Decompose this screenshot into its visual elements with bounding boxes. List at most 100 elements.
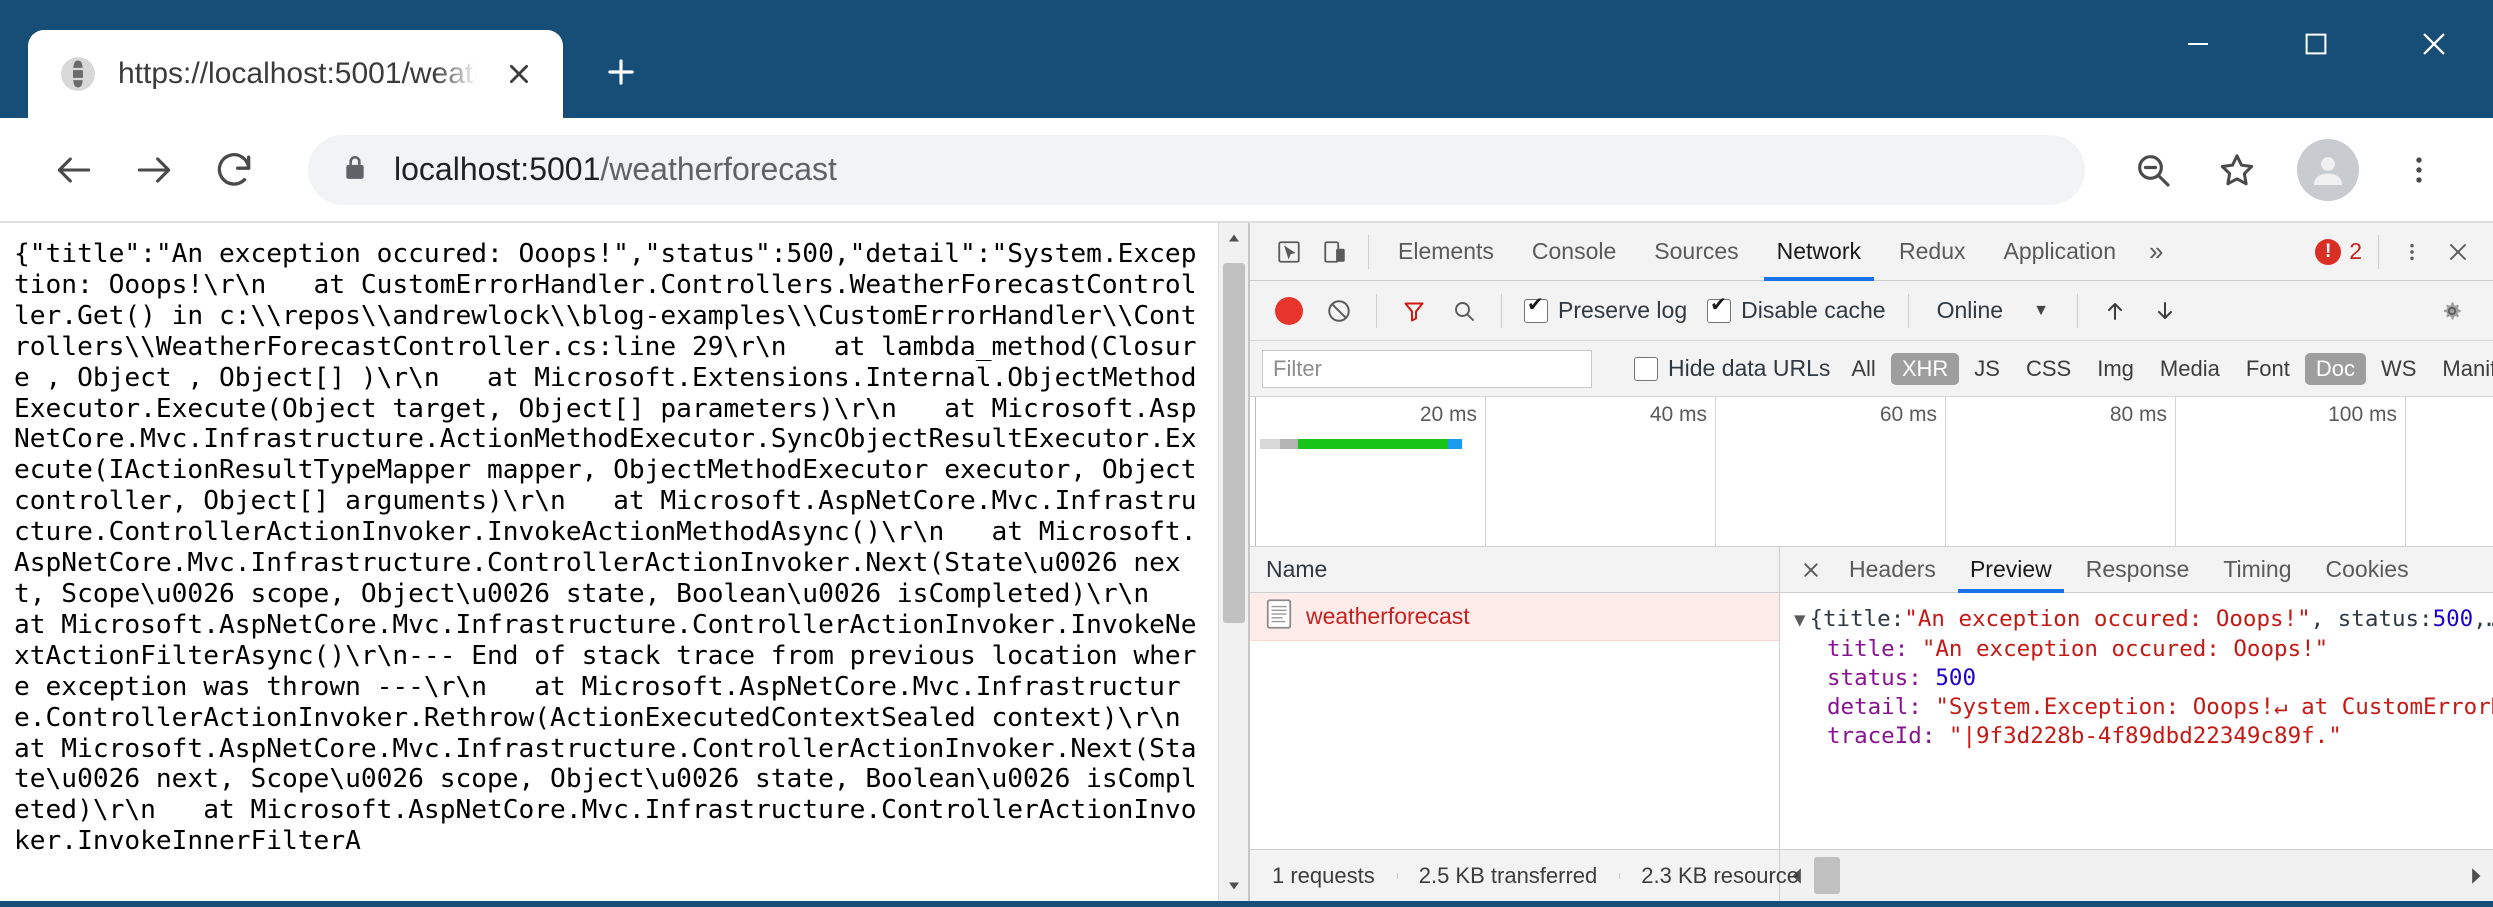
back-button[interactable] <box>34 130 114 210</box>
import-har-icon[interactable] <box>2092 288 2138 334</box>
reload-button[interactable] <box>194 130 274 210</box>
detail-close-icon[interactable] <box>1790 549 1832 591</box>
filter-type-media[interactable]: Media <box>2149 353 2231 385</box>
tab-close-icon[interactable] <box>497 52 541 96</box>
hscrollbar-thumb[interactable] <box>1814 857 1840 894</box>
record-dot <box>1275 297 1303 325</box>
json-tree-row-title[interactable]: title: "An exception occured: Ooops!" <box>1794 635 2493 664</box>
devtools-close-icon[interactable] <box>2435 229 2481 275</box>
window-controls <box>2139 0 2493 88</box>
star-icon[interactable] <box>2199 132 2275 208</box>
preserve-log-checkbox[interactable]: Preserve log <box>1516 297 1695 324</box>
json-tree-row-status[interactable]: status: 500 <box>1794 664 2493 693</box>
filter-type-js[interactable]: JS <box>1963 353 2011 385</box>
tab-label: Console <box>1532 238 1616 265</box>
scrollbar-track[interactable] <box>1219 253 1249 871</box>
tab-label: Elements <box>1398 238 1494 265</box>
tab-response[interactable]: Response <box>2069 547 2207 593</box>
tab-label: Headers <box>1849 556 1936 583</box>
tab-timing[interactable]: Timing <box>2206 547 2308 593</box>
network-filter-bar: Filter Hide data URLs All XHR JS CSS Img… <box>1250 341 2493 397</box>
tab-headers[interactable]: Headers <box>1832 547 1953 593</box>
export-har-icon[interactable] <box>2142 288 2188 334</box>
hscrollbar-track[interactable] <box>1814 850 2459 901</box>
filter-type-doc[interactable]: Doc <box>2305 353 2366 385</box>
funnel-filter-icon[interactable] <box>1391 288 1437 334</box>
toolbar-right-group <box>2115 132 2457 208</box>
filter-type-css[interactable]: CSS <box>2015 353 2082 385</box>
record-stop-icon[interactable] <box>1266 288 1312 334</box>
window-close-icon[interactable] <box>2375 0 2493 88</box>
error-count-badge[interactable]: ! 2 <box>2315 238 2368 265</box>
tab-redux[interactable]: Redux <box>1880 223 1984 281</box>
disable-cache-label: Disable cache <box>1741 297 1885 324</box>
user-avatar-icon[interactable] <box>2297 139 2359 201</box>
detail-horizontal-scrollbar[interactable] <box>1780 850 2493 901</box>
tab-label: Cookies <box>2326 556 2409 583</box>
minimize-icon[interactable] <box>2139 0 2257 88</box>
new-tab-button[interactable] <box>585 36 657 108</box>
hide-data-urls-checkbox[interactable]: Hide data URLs <box>1626 355 1838 382</box>
tab-cookies[interactable]: Cookies <box>2309 547 2426 593</box>
error-count-label: 2 <box>2349 238 2362 265</box>
timeline-cell: 40 ms <box>1486 397 1716 546</box>
gear-icon[interactable] <box>2429 288 2475 334</box>
search-icon[interactable] <box>1441 288 1487 334</box>
json-value: "System.Exception: Ooops!↵ at CustomErro… <box>1935 693 2493 722</box>
clear-log-icon[interactable] <box>1316 288 1362 334</box>
filter-input[interactable]: Filter <box>1262 350 1592 388</box>
browser-window: https://localhost:5001/weatherfor <box>0 0 2493 907</box>
tab-application[interactable]: Application <box>1984 223 2135 281</box>
timeline-segment-blocked <box>1260 439 1280 449</box>
inspect-element-icon[interactable] <box>1266 229 1312 275</box>
zoom-out-icon[interactable] <box>2115 132 2191 208</box>
tab-sources[interactable]: Sources <box>1635 223 1757 281</box>
document-icon <box>1266 599 1292 635</box>
chevron-down-icon[interactable]: ▼ <box>1794 606 1805 635</box>
scrollbar-thumb[interactable] <box>1223 263 1245 623</box>
disable-cache-checkbox[interactable]: Disable cache <box>1699 297 1893 324</box>
device-toolbar-icon[interactable] <box>1312 229 1358 275</box>
json-tree-row-detail[interactable]: detail: "System.Exception: Ooops!↵ at Cu… <box>1794 693 2493 722</box>
page-viewport: {"title":"An exception occured: Ooops!",… <box>0 223 1250 901</box>
address-bar[interactable]: localhost:5001/weatherforecast <box>308 135 2085 205</box>
filter-type-font[interactable]: Font <box>2235 353 2301 385</box>
request-column-header[interactable]: Name <box>1250 547 1779 593</box>
filter-type-manifest[interactable]: Manifest <box>2431 353 2493 385</box>
devtools-menu-icon[interactable] <box>2389 229 2435 275</box>
table-row[interactable]: weatherforecast <box>1250 593 1779 641</box>
checkbox-box <box>1707 299 1731 323</box>
tab-network[interactable]: Network <box>1758 223 1880 281</box>
tab-preview[interactable]: Preview <box>1953 547 2069 593</box>
filter-type-all[interactable]: All <box>1840 353 1886 385</box>
timeline-segment-download <box>1448 439 1462 449</box>
devtools-panel: Elements Console Sources Network Redux A… <box>1250 223 2493 901</box>
network-overview-timeline[interactable]: 20 ms 40 ms 60 ms 80 ms 100 ms <box>1250 397 2493 547</box>
scroll-down-arrow-icon[interactable] <box>1219 871 1249 901</box>
page-vertical-scrollbar[interactable] <box>1218 223 1248 901</box>
json-tree-row-traceid[interactable]: traceId: "|9f3d228b-4f89dbd22349c89f." <box>1794 722 2493 751</box>
tab-elements[interactable]: Elements <box>1379 223 1513 281</box>
timeline-cell: 20 ms <box>1256 397 1486 546</box>
timeline-cell: 80 ms <box>1946 397 2176 546</box>
filter-type-ws[interactable]: WS <box>2370 353 2427 385</box>
toolbar-separator <box>2077 294 2078 328</box>
filter-type-img[interactable]: Img <box>2086 353 2145 385</box>
scroll-right-arrow-icon[interactable] <box>2459 850 2493 901</box>
status-resources: 2.3 KB resource <box>1619 863 1821 889</box>
scroll-up-arrow-icon[interactable] <box>1219 223 1249 253</box>
browser-menu-icon[interactable] <box>2381 132 2457 208</box>
workspace: {"title":"An exception occured: Ooops!",… <box>0 223 2493 901</box>
browser-tab[interactable]: https://localhost:5001/weatherfor <box>28 30 563 118</box>
json-tree-root[interactable]: ▼{title: "An exception occured: Ooops!",… <box>1794 605 2493 635</box>
checkbox-box <box>1524 299 1548 323</box>
json-value: "|9f3d228b-4f89dbd22349c89f." <box>1949 722 2342 751</box>
tab-console[interactable]: Console <box>1513 223 1635 281</box>
network-throttle-select[interactable]: Online ▼ <box>1923 297 2063 324</box>
root-close: ,…} <box>2473 605 2493 634</box>
maximize-icon[interactable] <box>2257 0 2375 88</box>
more-tabs-button[interactable]: » <box>2135 223 2177 281</box>
lock-icon <box>342 152 368 187</box>
filter-type-xhr[interactable]: XHR <box>1891 353 1959 385</box>
forward-button[interactable] <box>114 130 194 210</box>
